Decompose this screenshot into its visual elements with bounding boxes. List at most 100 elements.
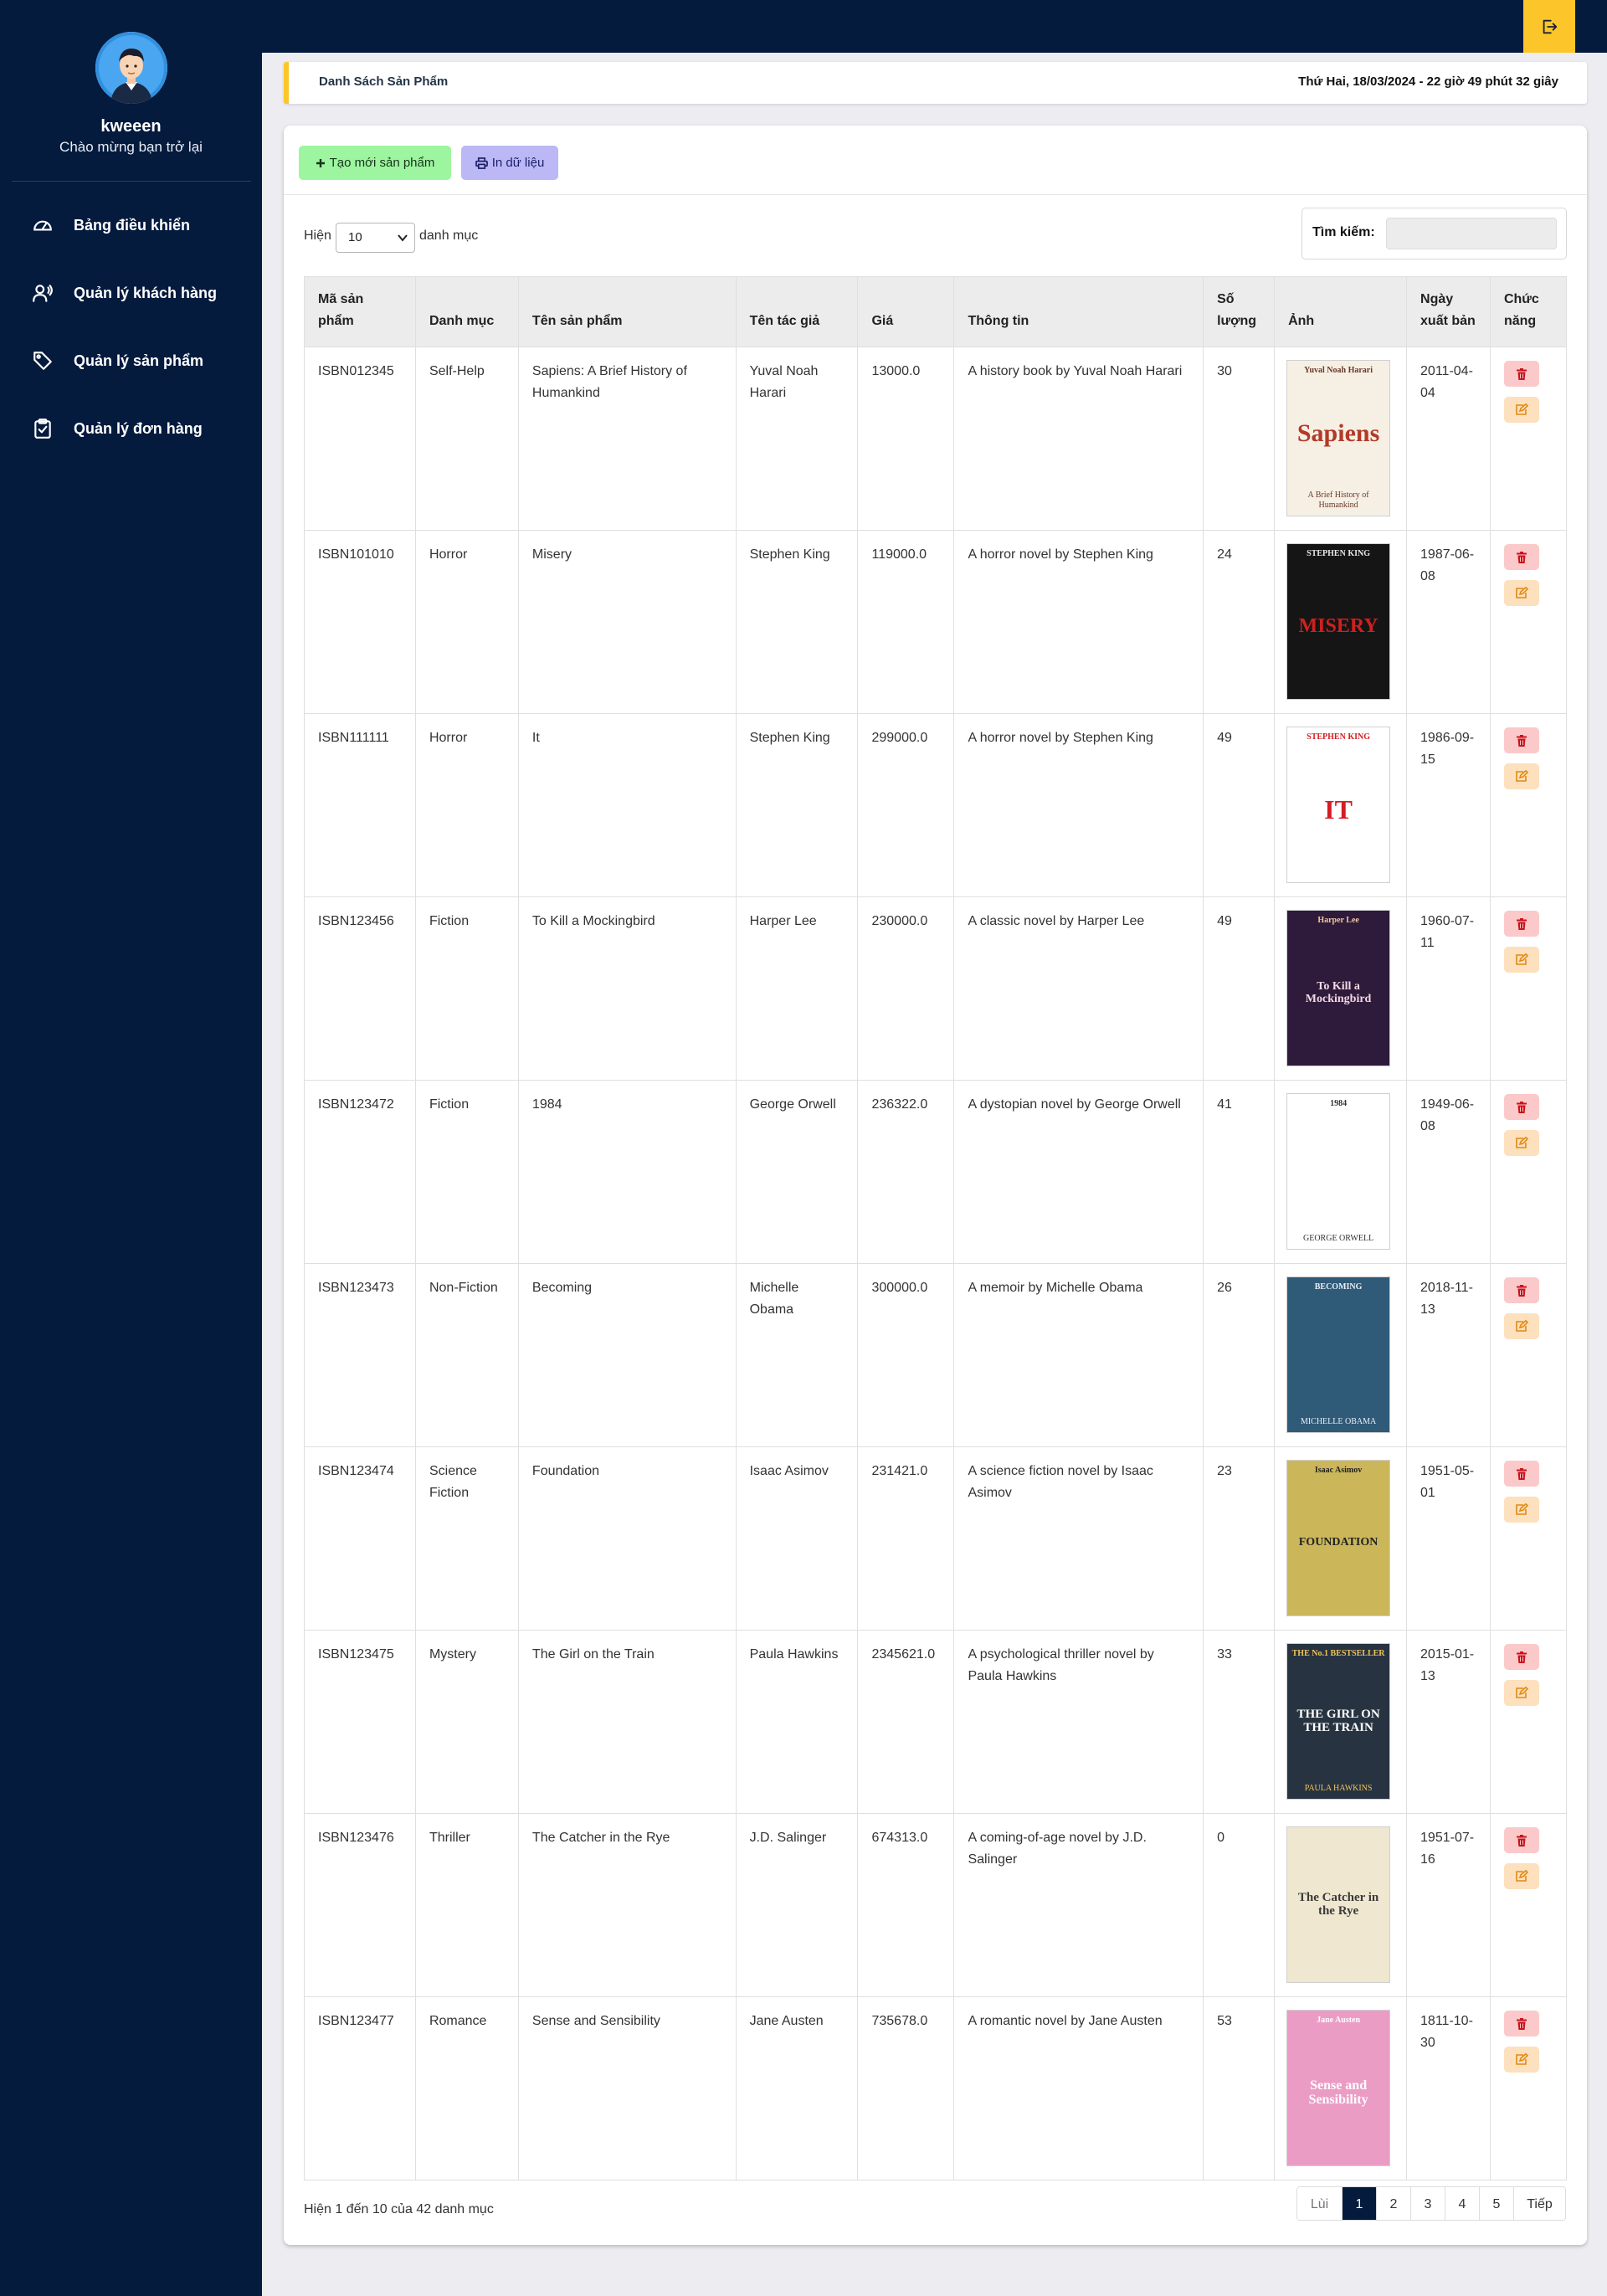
page-length-value: 10 xyxy=(348,230,362,244)
cover-title-text: The Catcher in the Rye xyxy=(1297,1890,1379,1918)
cell-quantity: 0 xyxy=(1203,1813,1276,1997)
pagination-page[interactable]: 4 xyxy=(1445,2187,1480,2220)
logout-button[interactable] xyxy=(1523,0,1575,53)
cover-top-text: THE No.1 BESTSELLER xyxy=(1291,1649,1385,1658)
cover-bottom-text: GEORGE ORWELL xyxy=(1303,1234,1374,1243)
table-row: ISBN123474 Science Fiction Foundation Isaac… xyxy=(304,1446,1568,1631)
cell-price: 2345621.0 xyxy=(857,1630,955,1814)
delete-button[interactable] xyxy=(1503,727,1539,753)
sidebar-item-label: Quản lý khách hàng xyxy=(74,284,218,301)
dashboard-icon xyxy=(33,220,52,231)
edit-button[interactable] xyxy=(1503,1130,1539,1156)
cell-price: 674313.0 xyxy=(857,1813,955,1997)
edit-icon xyxy=(1516,587,1528,598)
edit-icon xyxy=(1516,1870,1528,1882)
col-header-publish-date[interactable]: Ngày xuất bản xyxy=(1406,276,1491,347)
cell-category: Self-Help xyxy=(414,347,519,531)
cell-name: 1984 xyxy=(517,1080,737,1264)
delete-button[interactable] xyxy=(1503,1461,1539,1487)
col-header-price[interactable]: Giá xyxy=(857,276,955,347)
cell-actions xyxy=(1489,347,1568,531)
create-product-button[interactable]: Tạo mới sản phẩm xyxy=(299,146,451,180)
cell-code: ISBN123475 xyxy=(304,1630,416,1814)
cover-top-text: BECOMING xyxy=(1314,1282,1363,1292)
cell-publish-date: 1811-10-30 xyxy=(1406,1996,1491,2180)
book-cover-image: THE No.1 BESTSELLER THE GIRL ON THE TRAIN… xyxy=(1286,1643,1391,1800)
cell-category: Horror xyxy=(414,713,519,897)
delete-button[interactable] xyxy=(1503,544,1539,570)
pagination-page[interactable]: 1 xyxy=(1343,2187,1377,2220)
trash-icon xyxy=(1516,551,1527,563)
edit-button[interactable] xyxy=(1503,947,1539,973)
cell-quantity: 53 xyxy=(1203,1996,1276,2180)
edit-button[interactable] xyxy=(1503,397,1539,423)
cell-publish-date: 1951-05-01 xyxy=(1406,1446,1491,1631)
delete-button[interactable] xyxy=(1503,1277,1539,1303)
delete-button[interactable] xyxy=(1503,911,1539,937)
col-header-info[interactable]: Thông tin xyxy=(953,276,1204,347)
pagination-prev[interactable]: Lùi xyxy=(1297,2187,1343,2220)
delete-button[interactable] xyxy=(1503,361,1539,387)
create-product-label: Tạo mới sản phẩm xyxy=(329,156,435,170)
edit-button[interactable] xyxy=(1503,1313,1539,1339)
cell-category: Science Fiction xyxy=(414,1446,519,1631)
products-table: Mã sản phẩm Danh mục Tên sản phẩm Tên tá… xyxy=(304,276,1568,2180)
col-header-category[interactable]: Danh mục xyxy=(414,276,519,347)
search-input[interactable] xyxy=(1386,218,1557,249)
col-header-author[interactable]: Tên tác giả xyxy=(735,276,859,347)
edit-button[interactable] xyxy=(1503,1497,1539,1523)
avatar[interactable] xyxy=(95,32,167,104)
delete-button[interactable] xyxy=(1503,1094,1539,1120)
edit-button[interactable] xyxy=(1503,580,1539,606)
sidebar-item-customers[interactable]: Quản lý khách hàng xyxy=(32,278,217,308)
cell-quantity: 49 xyxy=(1203,713,1276,897)
cell-price: 300000.0 xyxy=(857,1263,955,1447)
cover-top-text: Isaac Asimov xyxy=(1314,1466,1363,1475)
cell-publish-date: 2015-01-13 xyxy=(1406,1630,1491,1814)
sidebar-item-orders[interactable]: Quản lý đơn hàng xyxy=(32,413,203,444)
cell-info: A history book by Yuval Noah Harari xyxy=(953,347,1204,531)
pagination-page[interactable]: 2 xyxy=(1377,2187,1411,2220)
sidebar-item-dashboard[interactable]: Bảng điều khiển xyxy=(32,210,190,240)
edit-button[interactable] xyxy=(1503,1680,1539,1706)
edit-button[interactable] xyxy=(1503,2047,1539,2073)
cell-actions xyxy=(1489,1996,1568,2180)
page-length-select[interactable]: 10 xyxy=(336,223,415,253)
pagination-page[interactable]: 3 xyxy=(1411,2187,1445,2220)
book-cover-image: Yuval Noah Harari Sapiens A Brief History … xyxy=(1286,360,1391,516)
pagination-page[interactable]: 5 xyxy=(1480,2187,1514,2220)
cell-name: Sapiens: A Brief History of Humankind xyxy=(517,347,737,531)
pagination-next[interactable]: Tiếp xyxy=(1514,2187,1565,2220)
pagination: Lùi 1 2 3 4 5 Tiếp xyxy=(1296,2186,1566,2221)
trash-icon xyxy=(1516,1467,1527,1480)
print-data-button[interactable]: In dữ liệu xyxy=(461,146,558,180)
cell-image: STEPHEN KING IT xyxy=(1274,713,1408,897)
delete-button[interactable] xyxy=(1503,1644,1539,1670)
cell-publish-date: 1951-07-16 xyxy=(1406,1813,1491,1997)
book-cover-image: Jane Austen Sense and Sensibility xyxy=(1286,2010,1391,2166)
tag-icon xyxy=(33,352,52,370)
cell-info: A science fiction novel by Isaac Asimov xyxy=(953,1446,1204,1631)
table-info: Hiện 1 đến 10 của 42 danh mục xyxy=(304,2202,494,2216)
delete-button[interactable] xyxy=(1503,1827,1539,1853)
cell-publish-date: 1987-06-08 xyxy=(1406,530,1491,714)
cell-actions xyxy=(1489,713,1568,897)
edit-button[interactable] xyxy=(1503,1863,1539,1889)
edit-button[interactable] xyxy=(1503,763,1539,789)
cell-price: 13000.0 xyxy=(857,347,955,531)
col-header-code[interactable]: Mã sản phẩm xyxy=(304,276,416,347)
cell-image: Jane Austen Sense and Sensibility xyxy=(1274,1996,1408,2180)
cell-name: It xyxy=(517,713,737,897)
cell-info: A memoir by Michelle Obama xyxy=(953,1263,1204,1447)
cover-top-text: Jane Austen xyxy=(1317,2016,1361,2025)
cell-code: ISBN123477 xyxy=(304,1996,416,2180)
cell-publish-date: 1986-09-15 xyxy=(1406,713,1491,897)
cover-top-text: Harper Lee xyxy=(1317,916,1359,925)
delete-button[interactable] xyxy=(1503,2011,1539,2037)
cover-top-text: Yuval Noah Harari xyxy=(1304,366,1373,375)
col-header-quantity[interactable]: Số lượng xyxy=(1203,276,1276,347)
sidebar-item-products[interactable]: Quản lý sản phẩm xyxy=(32,346,203,376)
sidebar-welcome-text: Chào mừng bạn trở lại xyxy=(59,139,203,155)
cell-name: Foundation xyxy=(517,1446,737,1631)
col-header-name[interactable]: Tên sản phẩm xyxy=(517,276,737,347)
